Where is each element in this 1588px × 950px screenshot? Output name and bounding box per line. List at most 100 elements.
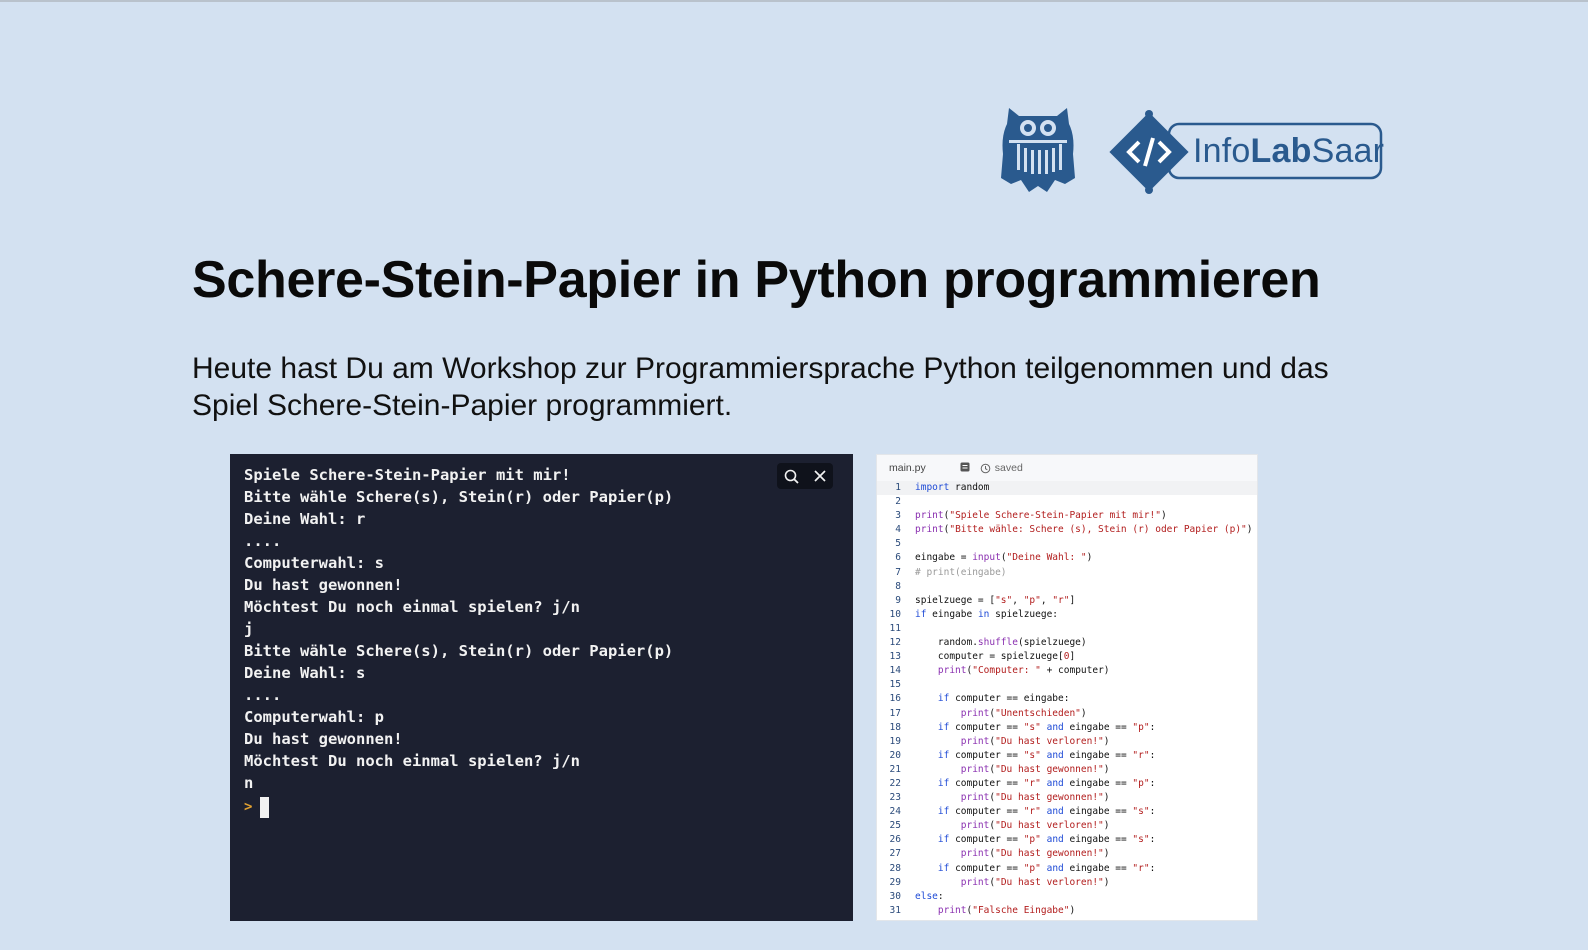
terminal-line: Möchtest Du noch einmal spielen? j/n xyxy=(244,598,580,616)
close-icon[interactable] xyxy=(814,470,826,482)
code-line[interactable]: 25 print("Du hast verloren!") xyxy=(877,819,1257,833)
code-text: if computer == "p" and eingabe == "s": xyxy=(937,834,1156,846)
infolabsaar-logo: InfoLabSaar xyxy=(1107,110,1387,196)
line-number: 22 xyxy=(889,777,901,789)
line-number: 16 xyxy=(889,693,901,705)
code-line[interactable]: 29 print("Du hast verloren!") xyxy=(877,876,1257,890)
code-line[interactable]: 31 print("Falsche Eingabe") xyxy=(877,904,1257,918)
code-line[interactable]: 3 print("Spiele Schere-Stein-Papier mit m… xyxy=(877,509,1257,523)
code-line[interactable]: 10 if eingabe in spielzuege: xyxy=(877,608,1257,622)
line-number: 21 xyxy=(889,763,901,775)
code-line[interactable]: 28 if computer == "p" and eingabe == "r"… xyxy=(877,862,1257,876)
code-text: if computer == "p" and eingabe == "r": xyxy=(937,862,1156,874)
terminal-line: Computerwahl: p xyxy=(244,708,384,726)
code-line[interactable]: 18 if computer == "s" and eingabe == "p"… xyxy=(877,721,1257,735)
code-line[interactable]: 24 if computer == "r" and eingabe == "s"… xyxy=(877,805,1257,819)
terminal-line: Bitte wähle Schere(s), Stein(r) oder Pap… xyxy=(244,488,674,506)
code-line[interactable]: 15 xyxy=(877,678,1257,692)
code-line[interactable]: 21 print("Du hast gewonnen!") xyxy=(877,763,1257,777)
intro-text: Heute hast Du am Workshop zur Programmie… xyxy=(192,352,1329,422)
save-status: saved xyxy=(980,462,1023,474)
infolabsaar-wordmark: InfoLabSaar xyxy=(1193,132,1385,170)
line-number: 19 xyxy=(889,735,901,747)
terminal-lines: Spiele Schere-Stein-Papier mit mir! Bitte… xyxy=(244,464,839,794)
code-text: print("Du hast gewonnen!") xyxy=(960,792,1110,804)
line-number: 23 xyxy=(889,792,901,804)
code-line[interactable]: 4 print("Bitte wähle: Schere (s), Stein (… xyxy=(877,523,1257,537)
code-text: print("Du hast verloren!") xyxy=(960,735,1110,747)
line-number: 4 xyxy=(895,524,901,536)
search-icon[interactable] xyxy=(784,469,799,484)
code-line[interactable]: 26 if computer == "p" and eingabe == "s"… xyxy=(877,833,1257,847)
terminal-line: n xyxy=(244,774,254,792)
terminal-line: Möchtest Du noch einmal spielen? j/n xyxy=(244,752,580,770)
code-line[interactable]: 5 xyxy=(877,537,1257,551)
line-number: 24 xyxy=(889,806,901,818)
line-number: 6 xyxy=(895,552,901,564)
terminal-prompt[interactable]: > xyxy=(244,794,839,820)
code-line[interactable]: 22 if computer == "r" and eingabe == "p"… xyxy=(877,777,1257,791)
terminal-line: Bitte wähle Schere(s), Stein(r) oder Pap… xyxy=(244,642,674,660)
code-text: if computer == "s" and eingabe == "r": xyxy=(937,749,1156,761)
code-line[interactable]: 6 eingabe = input("Deine Wahl: ") xyxy=(877,551,1257,565)
code-line[interactable]: 12 random.shuffle(spielzuege) xyxy=(877,636,1257,650)
line-number: 31 xyxy=(889,904,901,916)
code-line[interactable]: 30 else: xyxy=(877,890,1257,904)
code-line[interactable]: 9 spielzuege = ["s", "p", "r"] xyxy=(877,594,1257,608)
logo-area: InfoLabSaar xyxy=(995,102,1395,202)
code-editor[interactable]: main.py saved 1 import random 2 3 print("Spi… xyxy=(876,454,1258,921)
code-text: import random xyxy=(915,482,990,493)
line-number: 28 xyxy=(889,862,901,874)
code-text: eingabe = input("Deine Wahl: ") xyxy=(915,552,1093,564)
code-text: # print(eingabe) xyxy=(915,566,1007,578)
line-number: 12 xyxy=(889,637,901,649)
code-text: if computer == eingabe: xyxy=(937,693,1070,705)
code-text: print("Unentschieden") xyxy=(960,707,1087,719)
code-text: print("Spiele Schere-Stein-Papier mit mi… xyxy=(915,510,1167,522)
code-line[interactable]: 1 import random xyxy=(877,481,1257,496)
terminal-line: Computerwahl: s xyxy=(244,554,384,572)
code-line[interactable]: 17 print("Unentschieden") xyxy=(877,707,1257,721)
line-number: 8 xyxy=(895,580,901,592)
history-icon xyxy=(980,463,991,473)
code-line[interactable]: 2 xyxy=(877,495,1257,509)
line-number: 29 xyxy=(889,876,901,888)
line-number: 7 xyxy=(895,566,901,578)
terminal-line: j xyxy=(244,620,254,638)
line-number: 15 xyxy=(889,679,901,691)
code-line[interactable]: 7 # print(eingabe) xyxy=(877,566,1257,580)
editor-filename[interactable]: main.py xyxy=(889,462,926,474)
code-line[interactable]: 11 xyxy=(877,622,1257,636)
code-area[interactable]: 1 import random 2 3 print("Spiele Schere-Ste… xyxy=(877,481,1257,918)
prompt-symbol: > xyxy=(244,799,253,815)
code-line[interactable]: 8 xyxy=(877,580,1257,594)
code-text: else: xyxy=(915,890,944,902)
code-text: spielzuege = ["s", "p", "r"] xyxy=(915,594,1076,606)
line-number: 11 xyxy=(889,622,901,634)
code-line[interactable]: 20 if computer == "s" and eingabe == "r"… xyxy=(877,749,1257,763)
line-number: 30 xyxy=(889,890,901,902)
line-number: 13 xyxy=(889,651,901,663)
line-number: 2 xyxy=(895,496,901,508)
text-cursor xyxy=(260,796,270,818)
code-line[interactable]: 19 print("Du hast verloren!") xyxy=(877,735,1257,749)
code-line[interactable]: 27 print("Du hast gewonnen!") xyxy=(877,847,1257,861)
code-text: print("Falsche Eingabe") xyxy=(937,904,1076,916)
code-text: print("Computer: " + computer) xyxy=(937,665,1110,677)
code-line[interactable]: 16 if computer == eingabe: xyxy=(877,692,1257,706)
code-text: if computer == "s" and eingabe == "p": xyxy=(937,721,1156,733)
terminal-toolbar xyxy=(777,463,833,489)
code-line[interactable]: 14 print("Computer: " + computer) xyxy=(877,664,1257,678)
code-line[interactable]: 13 computer = spielzuege[0] xyxy=(877,650,1257,664)
code-text: random.shuffle(spielzuege) xyxy=(915,637,1087,649)
file-icon[interactable] xyxy=(960,462,970,475)
line-number: 5 xyxy=(895,538,901,550)
line-number: 18 xyxy=(889,721,901,733)
page-title: Schere-Stein-Papier in Python programmie… xyxy=(192,251,1321,309)
terminal-line: Du hast gewonnen! xyxy=(244,730,403,748)
code-text: if computer == "r" and eingabe == "p": xyxy=(937,777,1156,789)
terminal-line: Deine Wahl: s xyxy=(244,664,366,682)
code-line[interactable]: 23 print("Du hast gewonnen!") xyxy=(877,791,1257,805)
terminal-output[interactable]: Spiele Schere-Stein-Papier mit mir! Bitte… xyxy=(230,454,853,921)
line-number: 10 xyxy=(889,608,901,620)
